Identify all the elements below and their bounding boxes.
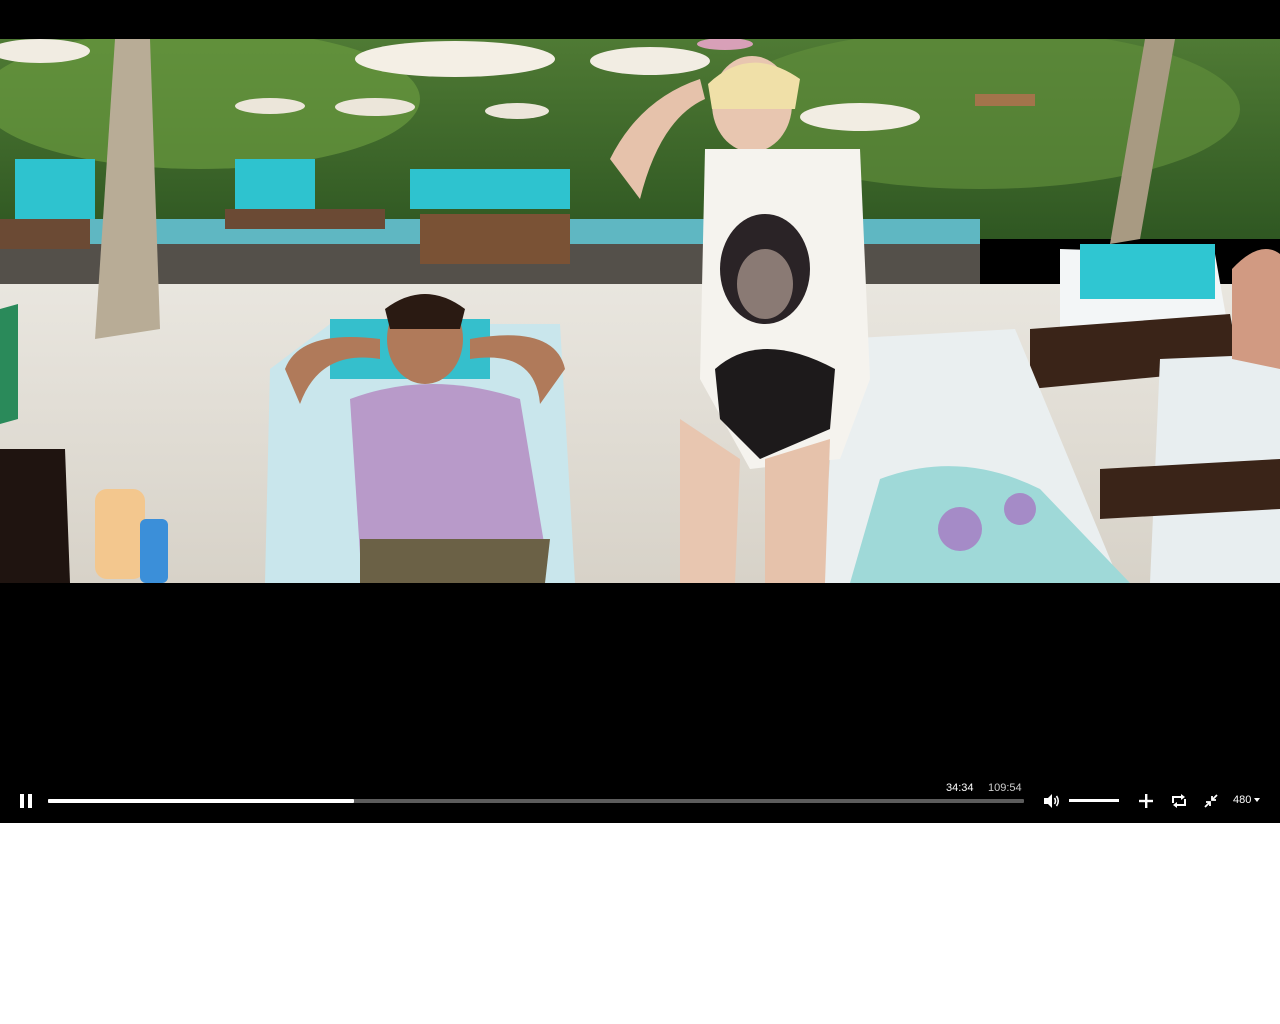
quality-label: 480 <box>1233 794 1251 806</box>
mute-button[interactable] <box>1041 791 1063 811</box>
seek-bar[interactable] <box>48 799 1024 803</box>
volume-slider[interactable] <box>1069 799 1119 802</box>
duration-time: 109:54 <box>988 782 1022 795</box>
fullscreen-button[interactable] <box>1201 791 1221 811</box>
pause-icon <box>18 793 34 809</box>
current-time: 34:34 <box>946 782 974 795</box>
quality-selector[interactable]: 480 <box>1233 792 1260 808</box>
zoom-button[interactable] <box>1136 791 1156 811</box>
loop-button[interactable] <box>1169 791 1189 811</box>
video-frame[interactable] <box>0 39 1280 583</box>
seek-bar-played <box>48 799 354 803</box>
video-player[interactable]: 34:34 109:54 <box>0 0 1280 823</box>
play-pause-button[interactable] <box>14 790 38 812</box>
control-bar: 34:34 109:54 <box>0 778 1280 823</box>
loop-icon <box>1171 794 1187 808</box>
volume-slider-level <box>1069 799 1119 802</box>
volume-icon <box>1043 793 1061 809</box>
video-scene-image <box>0 39 1280 583</box>
chevron-down-icon <box>1254 798 1260 802</box>
exit-fullscreen-icon <box>1204 794 1218 808</box>
plus-icon <box>1139 794 1153 808</box>
